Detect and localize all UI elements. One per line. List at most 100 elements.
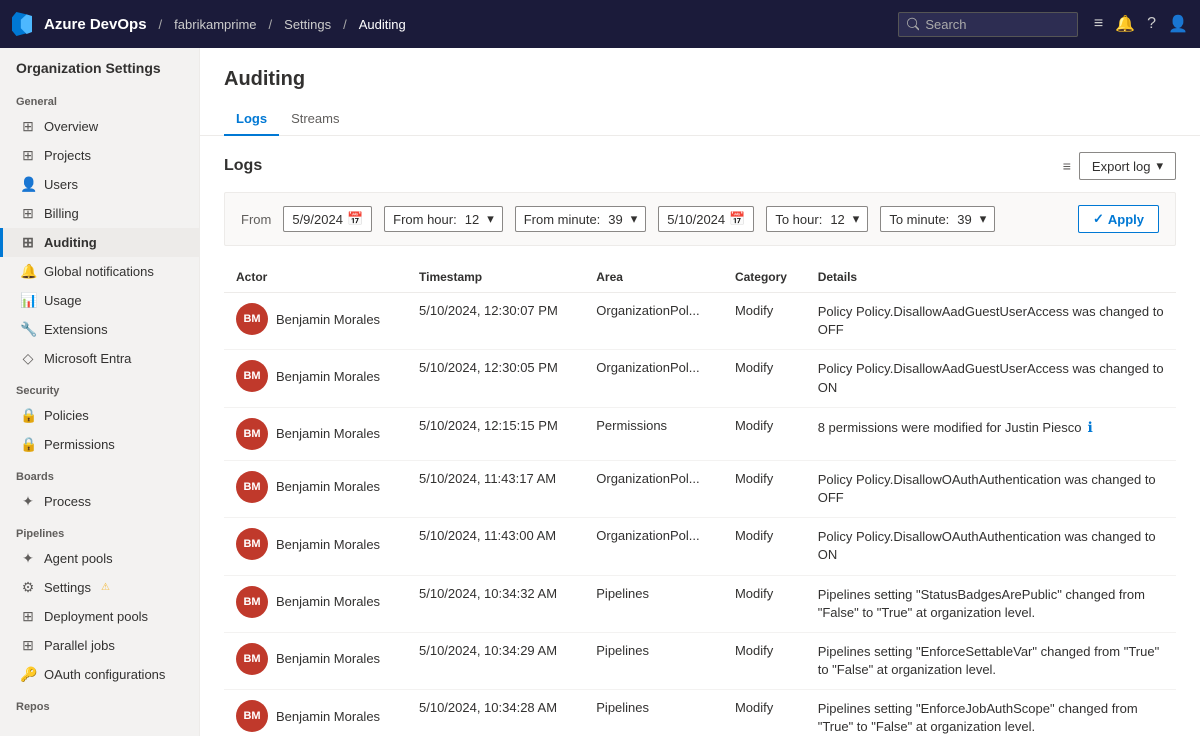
sidebar-item-extensions[interactable]: 🔧 Extensions	[0, 315, 199, 344]
notification-icon[interactable]: 🔔	[1115, 14, 1135, 34]
table-row[interactable]: BM Benjamin Morales 5/10/2024, 12:15:15 …	[224, 407, 1176, 460]
help-icon[interactable]: ?	[1147, 15, 1156, 33]
actor-name: Benjamin Morales	[276, 369, 380, 384]
parallel-jobs-icon: ⊞	[20, 637, 36, 654]
actor-cell: BM Benjamin Morales	[224, 293, 407, 350]
table-row[interactable]: BM Benjamin Morales 5/10/2024, 10:34:28 …	[224, 690, 1176, 736]
search-input[interactable]	[925, 17, 1069, 32]
actor-cell: BM Benjamin Morales	[224, 518, 407, 575]
sidebar-item-label: Microsoft Entra	[44, 351, 131, 366]
export-log-button[interactable]: Export log ▾	[1079, 152, 1176, 180]
sidebar-header: Organization Settings	[0, 48, 199, 84]
sidebar-item-overview[interactable]: ⊞ Overview	[0, 112, 199, 141]
sidebar-item-label: Usage	[44, 293, 82, 308]
to-calendar-icon: 📅	[729, 211, 745, 227]
tab-streams[interactable]: Streams	[279, 103, 351, 136]
from-minute-label: From minute:	[524, 212, 601, 227]
process-icon: ✦	[20, 493, 36, 510]
sidebar-section-general: General	[0, 84, 199, 112]
actor-name: Benjamin Morales	[276, 312, 380, 327]
auditing-icon: ⊞	[20, 234, 36, 251]
sidebar-item-agent-pools[interactable]: ✦ Agent pools	[0, 544, 199, 573]
logs-actions: ≡ Export log ▾	[1063, 152, 1176, 180]
info-icon[interactable]: ℹ	[1087, 419, 1092, 435]
agent-pools-icon: ✦	[20, 550, 36, 567]
sidebar-item-billing[interactable]: ⊞ Billing	[0, 199, 199, 228]
actor-cell: BM Benjamin Morales	[224, 460, 407, 517]
category-cell: Modify	[723, 460, 806, 517]
from-hour-value: 12	[465, 212, 479, 227]
timestamp-cell: 5/10/2024, 12:30:05 PM	[407, 350, 584, 407]
timestamp-cell: 5/10/2024, 12:30:07 PM	[407, 293, 584, 350]
notifications-icon: 🔔	[20, 263, 36, 280]
table-row[interactable]: BM Benjamin Morales 5/10/2024, 10:34:32 …	[224, 575, 1176, 632]
export-label: Export log	[1092, 159, 1151, 174]
filter-icon[interactable]: ≡	[1063, 158, 1071, 174]
table-row[interactable]: BM Benjamin Morales 5/10/2024, 11:43:00 …	[224, 518, 1176, 575]
sidebar-item-deployment-pools[interactable]: ⊞ Deployment pools	[0, 602, 199, 631]
area-cell: OrganizationPol...	[584, 460, 723, 517]
table-row[interactable]: BM Benjamin Morales 5/10/2024, 11:43:17 …	[224, 460, 1176, 517]
settings-warning-icon: ⚠	[101, 582, 110, 593]
col-category: Category	[723, 262, 806, 293]
table-header: Actor Timestamp Area Category Details	[224, 262, 1176, 293]
area-cell: OrganizationPol...	[584, 293, 723, 350]
to-hour-label: To hour:	[775, 212, 822, 227]
user-avatar[interactable]: 👤	[1168, 14, 1188, 34]
table-row[interactable]: BM Benjamin Morales 5/10/2024, 10:34:29 …	[224, 632, 1176, 689]
sidebar-item-users[interactable]: 👤 Users	[0, 170, 199, 199]
sidebar-item-policies[interactable]: 🔒 Policies	[0, 401, 199, 430]
apply-label: Apply	[1108, 212, 1144, 227]
from-hour-dropdown[interactable]: From hour: 12 ▾	[384, 206, 503, 232]
timestamp-cell: 5/10/2024, 11:43:00 AM	[407, 518, 584, 575]
sidebar-item-label: Overview	[44, 119, 98, 134]
details-cell: Policy Policy.DisallowAadGuestUserAccess…	[806, 350, 1176, 407]
sidebar-item-microsoft-entra[interactable]: ◇ Microsoft Entra	[0, 344, 199, 373]
to-hour-dropdown[interactable]: To hour: 12 ▾	[766, 206, 868, 232]
sidebar-item-usage[interactable]: 📊 Usage	[0, 286, 199, 315]
main-content: Auditing Logs Streams Logs ≡ Export log …	[200, 48, 1200, 736]
apply-button[interactable]: ✓ Apply	[1078, 205, 1159, 233]
deployment-pools-icon: ⊞	[20, 608, 36, 625]
to-date-value: 5/10/2024	[667, 212, 725, 227]
usage-icon: 📊	[20, 292, 36, 309]
details-cell: Pipelines setting "EnforceSettableVar" c…	[806, 632, 1176, 689]
sidebar: Organization Settings General ⊞ Overview…	[0, 48, 200, 736]
search-box[interactable]	[898, 12, 1078, 37]
sidebar-item-projects[interactable]: ⊞ Projects	[0, 141, 199, 170]
from-date-picker[interactable]: 5/9/2024 📅	[283, 206, 372, 232]
to-date-picker[interactable]: 5/10/2024 📅	[658, 206, 754, 232]
nav-sep-3: /	[343, 17, 347, 32]
to-minute-dropdown[interactable]: To minute: 39 ▾	[880, 206, 995, 232]
sidebar-item-global-notifications[interactable]: 🔔 Global notifications	[0, 257, 199, 286]
timestamp-cell: 5/10/2024, 10:34:29 AM	[407, 632, 584, 689]
oauth-icon: 🔑	[20, 666, 36, 683]
from-minute-dropdown[interactable]: From minute: 39 ▾	[515, 206, 647, 232]
table-row[interactable]: BM Benjamin Morales 5/10/2024, 12:30:05 …	[224, 350, 1176, 407]
details-cell: Policy Policy.DisallowOAuthAuthenticatio…	[806, 460, 1176, 517]
sidebar-item-label: Billing	[44, 206, 79, 221]
logs-title: Logs	[224, 157, 262, 175]
list-icon[interactable]: ≡	[1094, 15, 1103, 33]
sidebar-item-permissions[interactable]: 🔒 Permissions	[0, 430, 199, 459]
sidebar-item-pipelines-settings[interactable]: ⚙ Settings ⚠	[0, 573, 199, 602]
details-cell: Pipelines setting "EnforceJobAuthScope" …	[806, 690, 1176, 736]
tab-logs[interactable]: Logs	[224, 103, 279, 136]
avatar: BM	[236, 360, 268, 392]
nav-logo: Azure DevOps	[12, 12, 147, 36]
sidebar-item-process[interactable]: ✦ Process	[0, 487, 199, 516]
col-area: Area	[584, 262, 723, 293]
billing-icon: ⊞	[20, 205, 36, 222]
main-layout: Organization Settings General ⊞ Overview…	[0, 48, 1200, 736]
nav-org-link[interactable]: fabrikamprime	[174, 17, 256, 32]
users-icon: 👤	[20, 176, 36, 193]
nav-settings-link[interactable]: Settings	[284, 17, 331, 32]
sidebar-item-parallel-jobs[interactable]: ⊞ Parallel jobs	[0, 631, 199, 660]
actor-cell: BM Benjamin Morales	[224, 690, 407, 736]
table-row[interactable]: BM Benjamin Morales 5/10/2024, 12:30:07 …	[224, 293, 1176, 350]
sidebar-item-auditing[interactable]: ⊞ Auditing	[0, 228, 199, 257]
category-cell: Modify	[723, 293, 806, 350]
filter-bar: From 5/9/2024 📅 From hour: 12 ▾ From min…	[224, 192, 1176, 246]
sidebar-item-oauth[interactable]: 🔑 OAuth configurations	[0, 660, 199, 689]
actor-name: Benjamin Morales	[276, 594, 380, 609]
